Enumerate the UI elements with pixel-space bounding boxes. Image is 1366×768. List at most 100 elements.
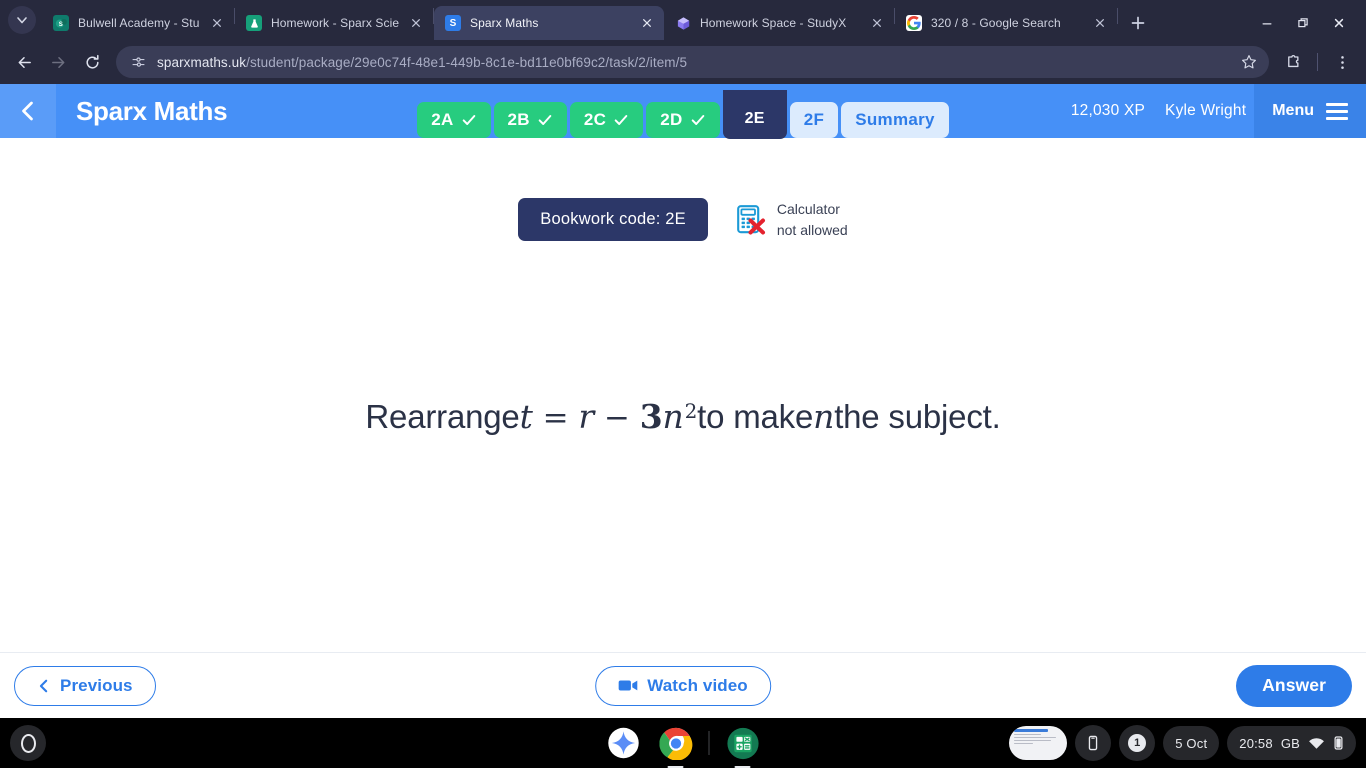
math-coefficient: 3 bbox=[639, 397, 663, 436]
shelf-app-gemini[interactable] bbox=[605, 724, 643, 762]
math-exponent: 2 bbox=[684, 399, 698, 423]
minimize-button[interactable] bbox=[1250, 8, 1284, 38]
task-tabs-wrapper: 2A 2B 2C 2D 2E 2F Summary bbox=[0, 90, 1366, 176]
site-settings-icon[interactable] bbox=[128, 52, 148, 72]
back-to-package-button[interactable] bbox=[0, 84, 56, 138]
task-tab-2b[interactable]: 2B bbox=[493, 102, 567, 138]
screenshot-preview-thumbnail[interactable] bbox=[1009, 726, 1068, 760]
gemini-icon bbox=[608, 727, 639, 759]
previous-button[interactable]: Previous bbox=[14, 665, 156, 706]
math-var-t: t bbox=[519, 397, 533, 436]
notification-count: 1 bbox=[1128, 734, 1147, 752]
page-content: Sparx Maths 12,030 XP Kyle Wright Menu 2… bbox=[0, 84, 1366, 718]
tab-close-button[interactable] bbox=[638, 14, 656, 32]
bookwork-code-badge: Bookwork code: 2E bbox=[518, 198, 708, 241]
task-tab-2c[interactable]: 2C bbox=[569, 102, 644, 138]
browser-tab-sparx-science[interactable]: Homework - Sparx Science bbox=[235, 6, 433, 40]
chrome-menu-button[interactable] bbox=[1326, 46, 1358, 78]
system-tray: 1 5 Oct 20:58 GB bbox=[1009, 725, 1356, 761]
launcher-button[interactable] bbox=[10, 725, 46, 761]
browser-tab-google-search[interactable]: 320 / 8 - Google Search bbox=[895, 6, 1117, 40]
back-button[interactable] bbox=[8, 46, 40, 78]
task-tab-label: 2A bbox=[431, 110, 454, 129]
bottom-navigation: Previous Watch video Answer bbox=[0, 652, 1366, 718]
browser-tab-sparx-maths[interactable]: S Sparx Maths bbox=[434, 6, 664, 40]
clock-label: 20:58 bbox=[1239, 735, 1273, 751]
calculator-line-2: not allowed bbox=[776, 221, 848, 238]
calculator-status: Calculator not allowed bbox=[736, 199, 848, 241]
shelf-app-list bbox=[605, 724, 762, 768]
question-mid: to make bbox=[697, 398, 814, 435]
thumb-line bbox=[1014, 736, 1057, 738]
url-text: sparxmaths.uk/student/package/29e0c74f-4… bbox=[157, 54, 688, 70]
phone-hub-button[interactable] bbox=[1075, 725, 1112, 761]
math-var-n: n bbox=[662, 397, 684, 436]
battery-icon bbox=[1334, 736, 1343, 750]
sparx-science-icon bbox=[246, 15, 262, 31]
address-bar[interactable]: sparxmaths.uk/student/package/29e0c74f-4… bbox=[116, 46, 1269, 78]
question-text: Rearrange t = r −3 n 2 to make n the subject. bbox=[365, 397, 1000, 436]
task-tab-2f[interactable]: 2F bbox=[789, 102, 839, 138]
shelf-app-chrome[interactable] bbox=[657, 724, 695, 768]
math-minus: − bbox=[603, 400, 630, 436]
reload-icon bbox=[85, 54, 99, 69]
new-tab-button[interactable] bbox=[1124, 9, 1152, 37]
sharepoint-icon: S bbox=[53, 15, 69, 31]
arrow-right-icon bbox=[51, 56, 64, 68]
reload-button[interactable] bbox=[76, 46, 108, 78]
task-tab-label: 2E bbox=[744, 110, 765, 127]
sparx-brand-title: Sparx Maths bbox=[76, 95, 228, 126]
bookwork-row: Bookwork code: 2E Calculator not allowed bbox=[0, 198, 1366, 241]
calculator-line-1: Calculator bbox=[776, 200, 840, 217]
close-icon bbox=[1334, 18, 1344, 28]
tab-close-button[interactable] bbox=[407, 14, 425, 32]
browser-tab-bulwell-academy[interactable]: S Bulwell Academy - Student Ho bbox=[42, 6, 234, 40]
notification-counter-button[interactable]: 1 bbox=[1119, 725, 1156, 761]
task-tab-2d[interactable]: 2D bbox=[646, 102, 720, 138]
tab-search-button[interactable] bbox=[8, 6, 36, 34]
question-lead: Rearrange bbox=[365, 398, 520, 435]
google-icon bbox=[906, 15, 922, 31]
tab-close-button[interactable] bbox=[208, 14, 226, 32]
bookmark-star-icon[interactable] bbox=[1235, 48, 1263, 76]
minimize-icon bbox=[1262, 23, 1272, 25]
tab-close-button[interactable] bbox=[1091, 14, 1109, 32]
toolbar-divider bbox=[1317, 53, 1318, 71]
browser-toolbar: sparxmaths.uk/student/package/29e0c74f-4… bbox=[0, 40, 1366, 84]
shelf-app-calculator[interactable] bbox=[724, 724, 762, 768]
studyx-icon bbox=[675, 15, 691, 31]
tab-title: 320 / 8 - Google Search bbox=[931, 16, 1061, 30]
video-camera-icon bbox=[618, 680, 638, 691]
date-label: 5 Oct bbox=[1175, 735, 1208, 751]
calculator-icon bbox=[726, 727, 759, 759]
watch-video-label: Watch video bbox=[647, 675, 748, 695]
browser-window: S Bulwell Academy - Student Ho Homework … bbox=[0, 0, 1366, 718]
browser-tab-studyx[interactable]: Homework Space - StudyX bbox=[664, 6, 894, 40]
window-controls bbox=[1250, 6, 1366, 40]
thumb-line bbox=[1014, 742, 1034, 744]
puzzle-piece-icon bbox=[1287, 54, 1299, 67]
tab-title: Bulwell Academy - Student Ho bbox=[78, 16, 200, 30]
chrome-icon bbox=[659, 727, 692, 760]
task-tab-2a[interactable]: 2A bbox=[417, 102, 491, 138]
tab-strip: S Bulwell Academy - Student Ho Homework … bbox=[0, 0, 1366, 40]
close-window-button[interactable] bbox=[1322, 8, 1356, 38]
forward-button[interactable] bbox=[42, 46, 74, 78]
watch-video-button[interactable]: Watch video bbox=[595, 665, 771, 706]
tab-close-button[interactable] bbox=[868, 14, 886, 32]
task-tab-2e[interactable]: 2E bbox=[722, 90, 787, 139]
menu-button[interactable]: Menu bbox=[1254, 84, 1366, 138]
maximize-button[interactable] bbox=[1286, 8, 1320, 38]
thumb-bar bbox=[1014, 729, 1048, 732]
ime-locale-label: GB bbox=[1280, 735, 1300, 751]
extensions-button[interactable] bbox=[1277, 46, 1309, 78]
chevron-left-icon bbox=[22, 101, 33, 121]
check-icon bbox=[691, 115, 704, 125]
task-tab-summary[interactable]: Summary bbox=[841, 102, 949, 138]
status-area-button[interactable]: 20:58 GB bbox=[1227, 726, 1356, 760]
sparx-header-right: 12,030 XP Kyle Wright Menu bbox=[1071, 84, 1366, 138]
calendar-date-button[interactable]: 5 Oct bbox=[1163, 726, 1220, 760]
three-dot-menu-icon bbox=[1340, 55, 1344, 69]
answer-button[interactable]: Answer bbox=[1236, 664, 1352, 707]
sparx-maths-icon: S bbox=[445, 15, 461, 31]
